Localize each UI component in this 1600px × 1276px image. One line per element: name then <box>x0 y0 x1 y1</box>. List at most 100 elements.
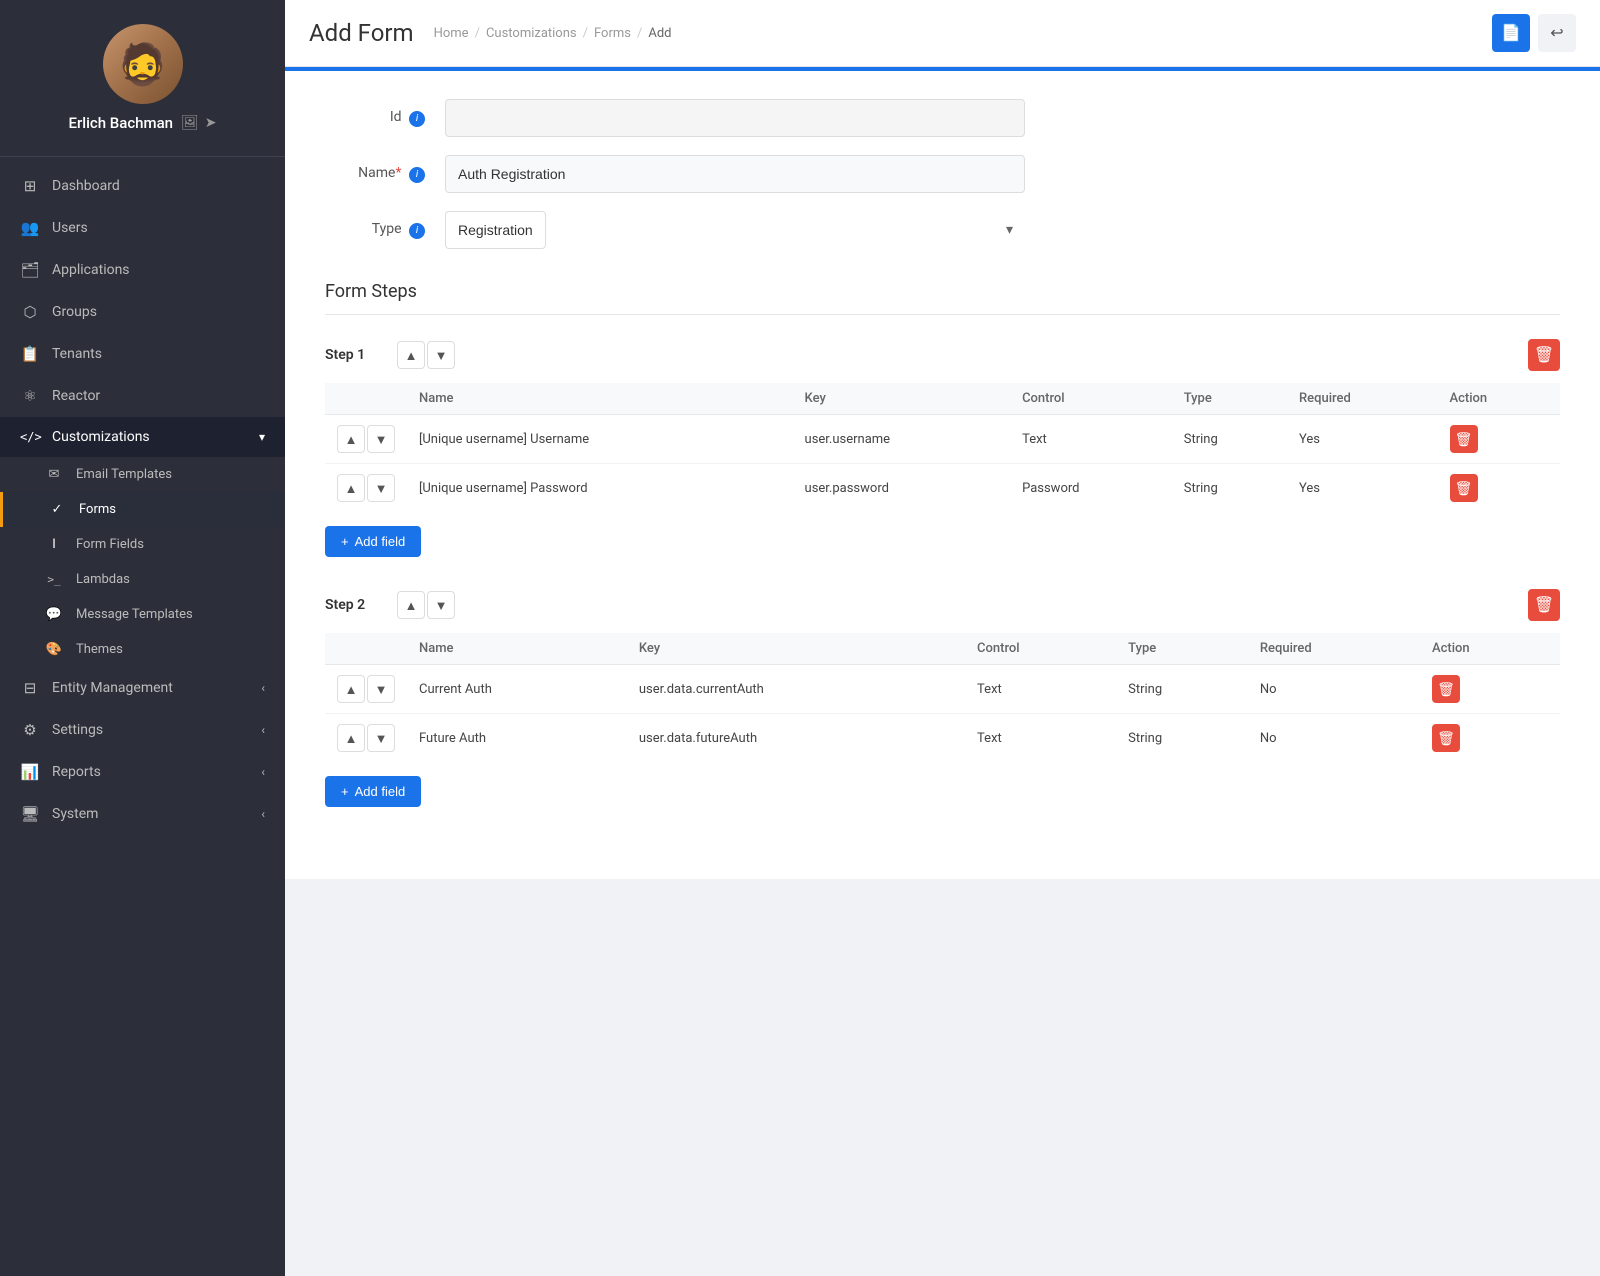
settings-icon: ⚙ <box>20 721 40 739</box>
step-1-label: Step 1 <box>325 347 385 363</box>
step-1-move-down[interactable]: ▼ <box>427 341 455 369</box>
row-delete-button[interactable]: 🗑 <box>1450 474 1478 502</box>
row-name: [Unique username] Password <box>407 464 793 513</box>
sidebar-item-users[interactable]: 👥 Users <box>0 207 285 249</box>
sidebar-item-label: Reports <box>52 764 101 780</box>
sidebar: 🧔 Erlich Bachman 🖼 ➤ ⊞ Dashboard 👥 Users… <box>0 0 285 1276</box>
table-row: ▲ ▼ Future Auth user.data.futureAuth Tex… <box>325 714 1560 763</box>
save-button[interactable]: 📄 <box>1492 14 1530 52</box>
step-1-add-field-button[interactable]: + Add field <box>325 526 421 557</box>
col-control: Control <box>1010 383 1172 415</box>
step-1-delete-button[interactable]: 🗑 <box>1528 339 1560 371</box>
row-required: No <box>1248 665 1420 714</box>
row-move-up[interactable]: ▲ <box>337 474 365 502</box>
step-2-add-field-button[interactable]: + Add field <box>325 776 421 807</box>
system-icon: 🖥 <box>20 805 40 823</box>
sidebar-item-reports[interactable]: 📊 Reports ‹ <box>0 751 285 793</box>
content-area: Id i Name* i Type i <box>285 67 1600 1276</box>
col-name: Name <box>407 383 793 415</box>
page-title: Add Form <box>309 19 414 47</box>
breadcrumb-home[interactable]: Home <box>434 26 469 41</box>
breadcrumb-customizations[interactable]: Customizations <box>486 26 577 41</box>
tenants-icon: 📋 <box>20 345 40 363</box>
row-move-up[interactable]: ▲ <box>337 675 365 703</box>
row-key: user.data.futureAuth <box>627 714 965 763</box>
row-name: Future Auth <box>407 714 627 763</box>
trash-icon: 🗑 <box>1455 480 1473 497</box>
breadcrumb-sep: / <box>475 26 480 41</box>
row-move-btns: ▲ ▼ <box>337 474 395 502</box>
sidebar-item-lambdas[interactable]: >_ Lambdas <box>0 562 285 597</box>
type-select[interactable]: Registration Login Profile <box>445 211 546 249</box>
row-delete-button[interactable]: 🗑 <box>1432 675 1460 703</box>
step-2-table: Name Key Control Type Required Action <box>325 633 1560 762</box>
step-1-move-up[interactable]: ▲ <box>397 341 425 369</box>
users-icon: 👥 <box>20 219 40 237</box>
message-icon: 💬 <box>44 607 64 622</box>
sidebar-item-label: Entity Management <box>52 680 173 696</box>
col-reorder <box>325 633 407 665</box>
row-move-up[interactable]: ▲ <box>337 724 365 752</box>
sidebar-item-dashboard[interactable]: ⊞ Dashboard <box>0 165 285 207</box>
row-type: String <box>1172 464 1287 513</box>
row-delete-button[interactable]: 🗑 <box>1450 425 1478 453</box>
row-move-cell: ▲ ▼ <box>325 714 407 763</box>
profile-image-icon[interactable]: 🖼 <box>181 115 199 131</box>
row-move-up[interactable]: ▲ <box>337 425 365 453</box>
sidebar-item-tenants[interactable]: 📋 Tenants <box>0 333 285 375</box>
sidebar-item-label: Users <box>52 220 88 236</box>
id-input[interactable] <box>445 99 1025 137</box>
step-2-delete-button[interactable]: 🗑 <box>1528 589 1560 621</box>
table-header-row: Name Key Control Type Required Action <box>325 383 1560 415</box>
sidebar-item-label: Themes <box>76 642 123 657</box>
breadcrumb-forms[interactable]: Forms <box>594 26 631 41</box>
form-steps-title: Form Steps <box>325 281 1560 315</box>
row-move-down[interactable]: ▼ <box>367 474 395 502</box>
reports-icon: 📊 <box>20 763 40 781</box>
sidebar-nav: ⊞ Dashboard 👥 Users 🗂 Applications ⬡ Gro… <box>0 165 285 1276</box>
sidebar-item-customizations[interactable]: </> Customizations ▾ <box>0 417 285 457</box>
id-field-row: Id i <box>325 99 1560 137</box>
id-info-icon[interactable]: i <box>409 111 425 127</box>
sidebar-item-label: Settings <box>52 722 103 738</box>
sidebar-item-message-templates[interactable]: 💬 Message Templates <box>0 597 285 632</box>
chevron-down-icon: ▾ <box>259 430 265 444</box>
sidebar-item-label: Form Fields <box>76 537 144 552</box>
sidebar-item-forms[interactable]: ✓ Forms <box>0 492 285 527</box>
sidebar-item-themes[interactable]: 🎨 Themes <box>0 632 285 667</box>
type-info-icon[interactable]: i <box>409 223 425 239</box>
form-fields-icon: I <box>44 537 64 552</box>
back-button[interactable]: ↩ <box>1538 14 1576 52</box>
row-move-cell: ▲ ▼ <box>325 464 407 513</box>
sidebar-item-label: Customizations <box>52 429 150 445</box>
sidebar-item-system[interactable]: 🖥 System ‹ <box>0 793 285 835</box>
row-control: Text <box>965 665 1116 714</box>
entity-icon: ⊟ <box>20 679 40 697</box>
row-move-down[interactable]: ▼ <box>367 675 395 703</box>
row-action: 🗑 <box>1420 714 1560 763</box>
row-move-down[interactable]: ▼ <box>367 425 395 453</box>
sidebar-item-form-fields[interactable]: I Form Fields <box>0 527 285 562</box>
name-input[interactable] <box>445 155 1025 193</box>
sidebar-item-settings[interactable]: ⚙ Settings ‹ <box>0 709 285 751</box>
sidebar-item-email-templates[interactable]: ✉ Email Templates <box>0 457 285 492</box>
name-label: Name* i <box>325 165 445 183</box>
step-2-move-down[interactable]: ▼ <box>427 591 455 619</box>
dashboard-icon: ⊞ <box>20 177 40 195</box>
profile-section: 🧔 Erlich Bachman 🖼 ➤ <box>0 0 285 148</box>
sidebar-item-label: System <box>52 806 98 822</box>
sidebar-item-reactor[interactable]: ⚛ Reactor <box>0 375 285 417</box>
trash-icon: 🗑 <box>1455 431 1473 448</box>
row-move-down[interactable]: ▼ <box>367 724 395 752</box>
sidebar-item-groups[interactable]: ⬡ Groups <box>0 291 285 333</box>
top-bar-actions: 📄 ↩ <box>1492 14 1576 52</box>
name-info-icon[interactable]: i <box>409 167 425 183</box>
profile-location-icon[interactable]: ➤ <box>205 115 217 131</box>
row-delete-button[interactable]: 🗑 <box>1432 724 1460 752</box>
type-select-wrapper: Registration Login Profile <box>445 211 1025 249</box>
step-2-move-up[interactable]: ▲ <box>397 591 425 619</box>
sidebar-item-applications[interactable]: 🗂 Applications <box>0 249 285 291</box>
sidebar-item-entity-management[interactable]: ⊟ Entity Management ‹ <box>0 667 285 709</box>
col-action: Action <box>1438 383 1561 415</box>
row-key: user.password <box>793 464 1011 513</box>
